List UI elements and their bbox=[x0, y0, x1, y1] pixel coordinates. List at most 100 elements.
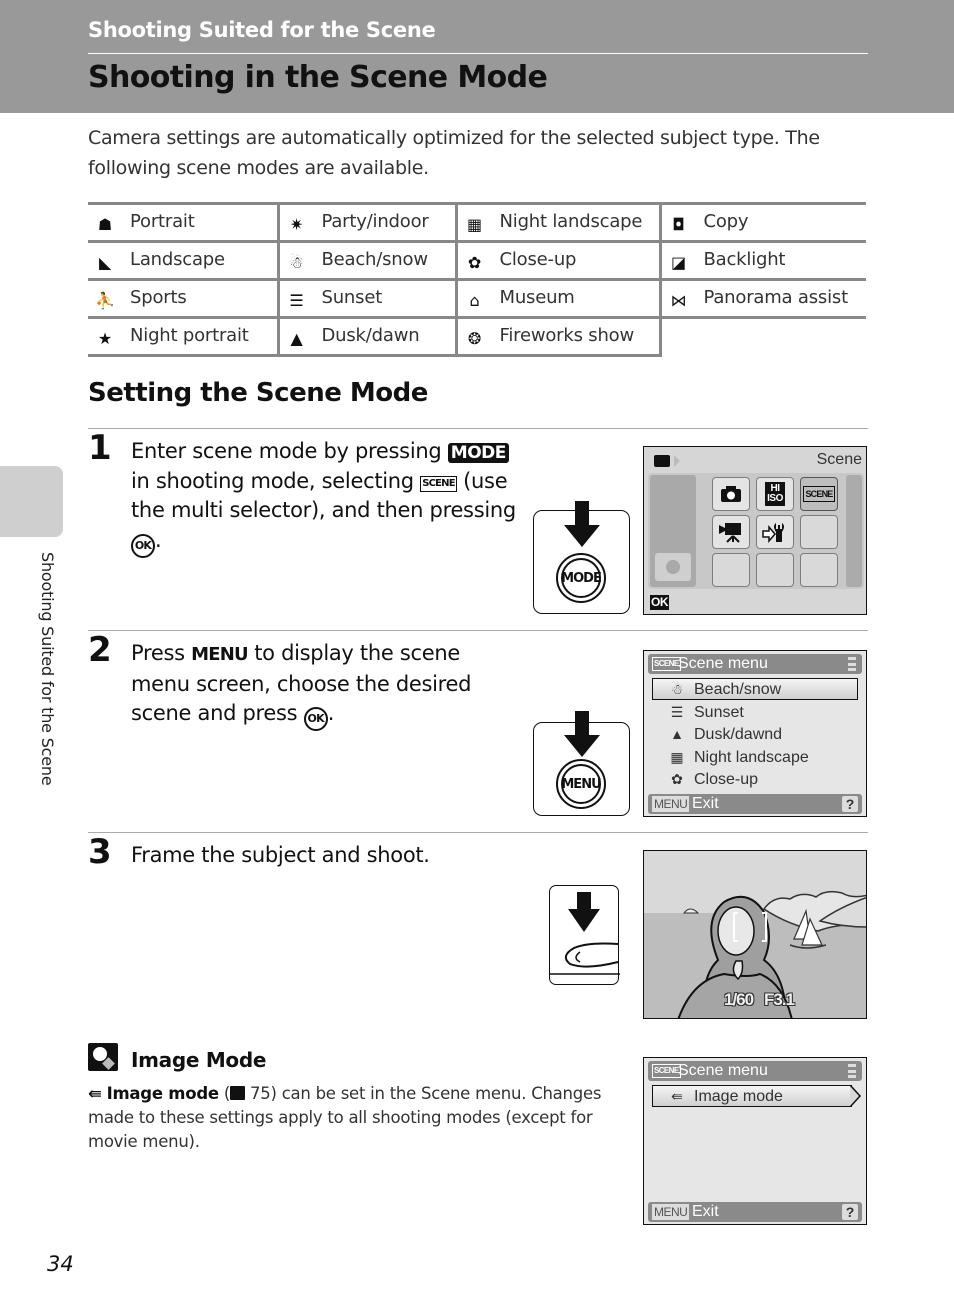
scene-mode-label: Night portrait bbox=[130, 325, 249, 346]
scene-icon: SCENE bbox=[652, 657, 681, 671]
high-iso-cell: HI ISO bbox=[756, 477, 794, 511]
party-indoor-icon: ✷ bbox=[289, 215, 304, 234]
step-2-text: Press MENU to display the scene menu scr… bbox=[131, 639, 501, 731]
empty-cell bbox=[800, 515, 838, 549]
menu-footer: MENU Exit ? bbox=[648, 1202, 862, 1222]
dusk-dawn-icon: ▲ bbox=[290, 329, 303, 348]
mode-screen-title: Scene bbox=[816, 451, 862, 468]
mode-button: MODE bbox=[556, 553, 606, 603]
mode-panel: HI ISO SCENE bbox=[648, 473, 864, 589]
image-mode-menu-screen: SCENE Scene menu ⇚ Image mode MENU Exit ? bbox=[643, 1057, 867, 1225]
scene-illustration bbox=[644, 851, 866, 1018]
movie-mode-cell bbox=[712, 515, 750, 549]
tip-title: Image Mode bbox=[131, 1048, 267, 1072]
exit-label: Exit bbox=[692, 1203, 719, 1220]
scene-mode-label: Panorama assist bbox=[703, 287, 849, 308]
scene-item-icon: ▦ bbox=[670, 748, 684, 765]
help-icon: ? bbox=[842, 1204, 858, 1220]
scene-mode-label: Sunset bbox=[321, 287, 383, 308]
camera-icon bbox=[654, 455, 670, 467]
menu-key-icon: MENU bbox=[652, 1204, 690, 1220]
ok-button-icon: OK bbox=[303, 707, 328, 731]
scene-mode-label: Fireworks show bbox=[499, 325, 635, 346]
scene-mode-cell: ★ Night portrait bbox=[88, 316, 278, 357]
scene-mode-cell: ✷ Party/indoor bbox=[276, 202, 456, 243]
scene-mode-label: Portrait bbox=[130, 211, 195, 232]
scene-icon: SCENE bbox=[803, 486, 835, 502]
copy-icon: ◘ bbox=[672, 215, 685, 234]
portrait-icon: ☗ bbox=[97, 215, 113, 234]
scene-mode-label: Landscape bbox=[130, 249, 225, 270]
ok-indicator: OK bbox=[650, 595, 669, 610]
scene-mode-cell: ❂ Fireworks show bbox=[454, 316, 662, 357]
beach-snow-icon: ☃ bbox=[289, 253, 304, 272]
scene-item-icon: ▲ bbox=[670, 726, 684, 742]
scene-mode-cell: ☰ Sunset bbox=[276, 278, 456, 319]
menu-item: ▦ Night landscape bbox=[668, 746, 809, 768]
empty-cell bbox=[712, 553, 750, 587]
setting-heading: Setting the Scene Mode bbox=[88, 378, 428, 408]
museum-icon: ⌂ bbox=[469, 291, 480, 310]
scene-mode-label: Sports bbox=[130, 287, 187, 308]
text: . bbox=[155, 527, 162, 552]
menu-title: Scene menu bbox=[678, 655, 768, 672]
scene-mode-cell: ◪ Backlight bbox=[660, 240, 866, 281]
step-number: 2 bbox=[88, 630, 112, 670]
menu-item-label: Image mode bbox=[694, 1088, 783, 1105]
night-landscape-icon: ▦ bbox=[467, 215, 482, 234]
divider bbox=[88, 832, 868, 833]
setup-wrench-icon bbox=[762, 523, 784, 543]
sports-icon: ⛹ bbox=[95, 291, 115, 310]
close-up-icon: ✿ bbox=[467, 253, 482, 272]
page-reference-icon bbox=[230, 1086, 246, 1100]
scene-mode-cell: ⛹ Sports bbox=[88, 278, 278, 319]
menu-key-icon: MENU bbox=[652, 796, 690, 812]
scene-mode-table: ☗ Portrait ✷ Party/indoor ▦ Night landscape ◘ C… bbox=[88, 202, 866, 357]
exit-label: Exit bbox=[692, 795, 719, 812]
scene-mode-label: Party/indoor bbox=[321, 211, 429, 232]
backlight-icon: ◪ bbox=[671, 253, 686, 272]
tip-body: ⇚ Image mode ( 75) can be set in the Sce… bbox=[88, 1082, 608, 1154]
image-mode-icon: ⇚ bbox=[88, 1084, 102, 1103]
mode-button-label: MODE bbox=[561, 558, 602, 598]
shutter-speed-readout: 1/60 bbox=[724, 990, 754, 1009]
menu-button-label: MENU bbox=[561, 764, 602, 804]
scene-mode-cell: ▦ Night landscape bbox=[454, 202, 662, 243]
menu-item-label: Close-up bbox=[694, 771, 759, 788]
step-number: 3 bbox=[88, 832, 112, 872]
text: ( bbox=[218, 1084, 231, 1103]
header-divider bbox=[88, 53, 868, 54]
night-portrait-icon: ★ bbox=[97, 329, 113, 348]
menu-button: MENU bbox=[556, 759, 606, 809]
movie-camera-icon bbox=[719, 523, 741, 543]
menu-item: ☰ Sunset bbox=[668, 701, 744, 723]
divider bbox=[88, 630, 868, 631]
mode-screen-top: Scene bbox=[650, 450, 862, 470]
text: in shooting mode, selecting bbox=[131, 468, 421, 493]
table-row: ◣ Landscape ☃ Beach/snow ✿ Close-up ◪ Backlight bbox=[88, 240, 866, 281]
scene-mode-label: Backlight bbox=[703, 249, 786, 270]
panorama-assist-icon: ⋈ bbox=[670, 291, 687, 310]
viewfinder-screen: 1/60 F3.1 bbox=[643, 850, 867, 1019]
play-arrow-icon bbox=[674, 455, 680, 467]
chapter-header: Shooting Suited for the Scene Shooting i… bbox=[0, 0, 954, 113]
scene-mode-cell: ☗ Portrait bbox=[88, 202, 278, 243]
page-reference-link[interactable]: 75 bbox=[250, 1084, 271, 1103]
scene-mode-cell: ⌂ Museum bbox=[454, 278, 662, 319]
help-icon: ? bbox=[842, 796, 858, 812]
step-1-text: Enter scene mode by pressing MODE in sho… bbox=[131, 437, 516, 558]
menu-item-label: Night landscape bbox=[694, 748, 809, 766]
ok-button-icon: OK bbox=[131, 533, 155, 558]
step-number: 1 bbox=[88, 428, 112, 468]
menu-item: ☃ Beach/snow bbox=[668, 678, 781, 700]
side-chapter-label: Shooting Suited for the Scene bbox=[38, 552, 57, 786]
scroll-strip bbox=[846, 475, 862, 587]
hi-iso-icon: HI ISO bbox=[765, 482, 785, 506]
empty-cell bbox=[660, 316, 866, 356]
menu-item: ▲ Dusk/dawnd bbox=[668, 723, 782, 745]
mode-button-illustration: MODE bbox=[533, 501, 630, 614]
scene-mode-cell: ▲ Dusk/dawn bbox=[276, 316, 456, 357]
table-row: ☗ Portrait ✷ Party/indoor ▦ Night landscape ◘ C… bbox=[88, 202, 866, 243]
sunset-icon: ☰ bbox=[289, 291, 304, 310]
scene-item-icon: ☰ bbox=[670, 703, 684, 720]
